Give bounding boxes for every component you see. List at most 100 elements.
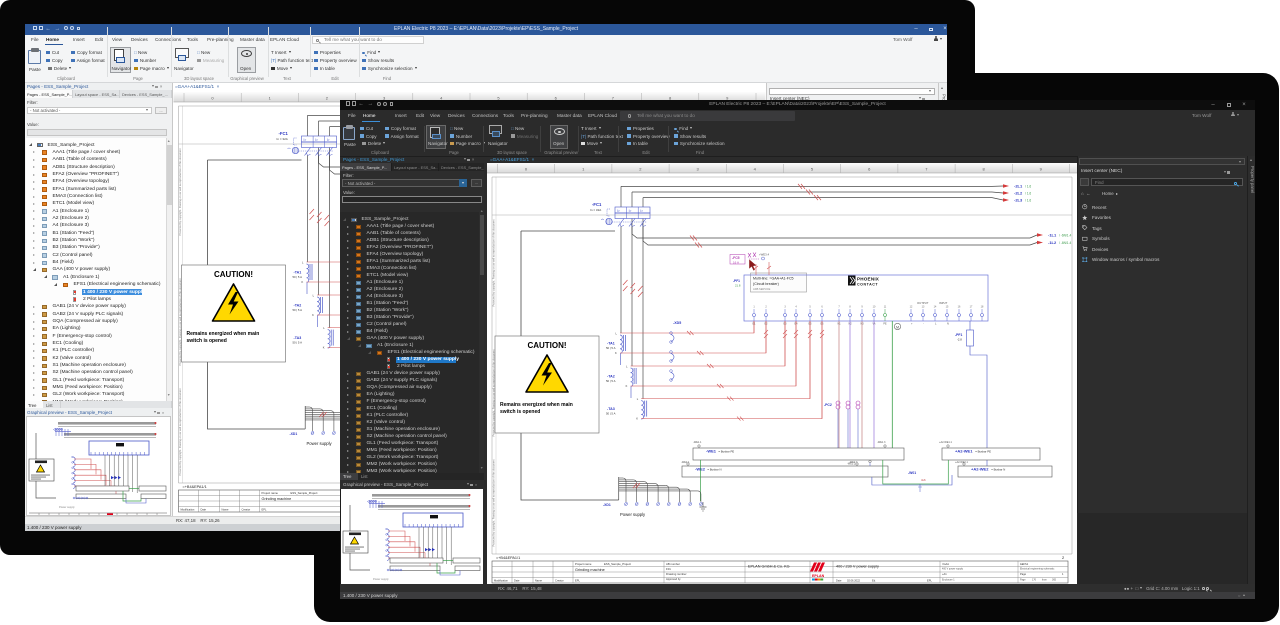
svg-text:= Busbar N: = Busbar N	[707, 468, 721, 472]
svg-text:Drawing number: Drawing number	[666, 572, 687, 576]
svg-text:L: L	[935, 322, 937, 326]
svg-text:/ 1.6: / 1.6	[1025, 199, 1031, 203]
svg-text:E1: E1	[753, 323, 757, 326]
svg-text:50 | 5 A: 50 | 5 A	[606, 346, 616, 350]
svg-text:+A2-WE2.1: +A2-WE2.1	[955, 461, 968, 464]
svg-text:Project name: Project name	[575, 562, 592, 566]
svg-text:E6: E6	[821, 323, 825, 326]
svg-text:= Busbar PE: = Busbar PE	[718, 450, 734, 454]
svg-text:= Busbar PE: = Busbar PE	[975, 450, 991, 454]
svg-text:Protected by copyright. Passin: Protected by copyright. Passing on as we…	[178, 388, 182, 475]
svg-text:EPLAN GmbH & Co. KG: EPLAN GmbH & Co. KG	[748, 565, 790, 569]
svg-text:PE: PE	[883, 323, 887, 326]
svg-text:-1L1: -1L1	[1048, 233, 1057, 238]
svg-text:-2L2: -2L2	[1014, 191, 1023, 196]
svg-text:AB number: AB number	[666, 562, 680, 566]
svg-text:Date: Date	[836, 579, 842, 583]
svg-text:6: 6	[821, 306, 823, 309]
svg-text:/ 1.6: / 1.6	[1025, 192, 1031, 196]
svg-text:+A2-WE1.1: +A2-WE1.1	[939, 441, 952, 444]
svg-text:+A2-WE2: +A2-WE2	[971, 467, 989, 472]
svg-text:Modification: Modification	[181, 508, 195, 512]
svg-text:L: L	[626, 365, 628, 369]
svg-text:12: 12	[910, 306, 913, 309]
svg-text:4x6: 4x6	[921, 478, 926, 482]
svg-text:2: 2	[1062, 555, 1065, 560]
svg-text:+WE3.4: +WE3.4	[759, 253, 769, 257]
svg-text:Protected by copyright. Passin: Protected by copyright. Passing on as we…	[492, 219, 496, 306]
svg-text:-XD1: -XD1	[290, 432, 298, 436]
svg-text:Modification: Modification	[494, 579, 508, 583]
svg-text:L: L	[616, 332, 618, 336]
svg-text:-1L2: -1L2	[1048, 240, 1057, 245]
svg-text:I>: I>	[327, 138, 330, 142]
svg-text:Electrical engineering schemat: Electrical engineering schematic	[1020, 568, 1055, 571]
svg-text:EPL: EPL	[927, 579, 932, 583]
svg-text:&EFS1: &EFS1	[1020, 562, 1029, 566]
svg-text:L: L	[302, 261, 304, 265]
svg-text:+A2-WE1: +A2-WE1	[955, 449, 973, 454]
svg-text:-W01: -W01	[908, 471, 916, 475]
svg-text:CAUTION!: CAUTION!	[214, 270, 253, 279]
svg-text:ADB SERVICE: ADB SERVICE	[753, 287, 771, 291]
svg-text:-WE3.2: -WE3.2	[847, 463, 856, 466]
svg-text:11: 11	[884, 306, 887, 309]
svg-text:Ed.: Ed.	[872, 579, 876, 583]
svg-text:-WE1.3: -WE1.3	[877, 441, 886, 444]
svg-text:Multi-line: =GAA+A1-FC5: Multi-line: =GAA+A1-FC5	[753, 277, 794, 281]
svg-text:Creator: Creator	[555, 579, 564, 583]
svg-text:/ 1.6: / 1.6	[1025, 185, 1031, 189]
svg-text:16: 16	[958, 306, 961, 309]
svg-text:+A1: +A1	[942, 572, 947, 576]
svg-text:F01: F01	[666, 567, 671, 571]
svg-text:9: 9	[861, 306, 863, 309]
svg-text:I>: I>	[629, 209, 632, 213]
svg-text:50 | 5 A: 50 | 5 A	[606, 412, 616, 416]
svg-text:Name: Name	[535, 579, 542, 583]
svg-text:-TA1: -TA1	[607, 342, 615, 346]
svg-text:Remains energized when main: Remains energized when main	[500, 402, 573, 408]
svg-text:21.8: 21.8	[735, 284, 741, 288]
svg-text:Date: Date	[514, 579, 520, 583]
svg-text:CAUTION!: CAUTION!	[527, 341, 566, 350]
svg-text:Page: Page	[1020, 579, 1026, 582]
svg-text:-: -	[923, 323, 924, 326]
svg-text:K: K	[302, 280, 304, 284]
svg-text:4: 4	[795, 306, 797, 309]
svg-text:15: 15	[946, 306, 949, 309]
svg-text:E4: E4	[795, 323, 799, 326]
svg-text:-TA3: -TA3	[607, 407, 615, 411]
svg-text:-TA2: -TA2	[294, 304, 302, 308]
svg-text:switch is opened: switch is opened	[187, 338, 227, 344]
svg-text:-TA2: -TA2	[607, 375, 615, 379]
svg-text:In = 32A: In = 32A	[590, 208, 601, 212]
svg-text:Power supply: Power supply	[620, 512, 646, 517]
svg-text:13: 13	[922, 306, 925, 309]
svg-text:-PF1: -PF1	[733, 279, 740, 283]
svg-text:E5: E5	[809, 323, 813, 326]
svg-text:Enclosure 1: Enclosure 1	[942, 579, 955, 582]
svg-text:Creator: Creator	[242, 508, 251, 512]
svg-text:-2L1: -2L1	[1014, 184, 1023, 189]
svg-text:400 V power supply: 400 V power supply	[942, 568, 964, 571]
svg-text:= Busbar N: = Busbar N	[991, 468, 1005, 472]
svg-text:Grinding machine: Grinding machine	[262, 497, 292, 501]
svg-text:+: +	[911, 323, 913, 326]
svg-text:5: 5	[809, 306, 811, 309]
svg-text:-WE1: -WE1	[706, 449, 717, 454]
svg-text:-WE1.1: -WE1.1	[693, 441, 702, 444]
svg-text:50 | 5 A: 50 | 5 A	[293, 308, 303, 312]
svg-text:365: 365	[1052, 579, 1057, 582]
svg-text:N3: N3	[860, 323, 864, 326]
svg-text:I>: I>	[640, 209, 643, 213]
svg-text:=+B4&EPA1/1: =+B4&EPA1/1	[496, 556, 520, 560]
svg-text:Power supply: Power supply	[373, 577, 389, 581]
svg-text:Project name: Project name	[262, 491, 279, 495]
svg-text:=GAA: =GAA	[942, 562, 949, 566]
svg-text:-2L3: -2L3	[1014, 198, 1023, 203]
svg-text:-XD5: -XD5	[673, 321, 681, 325]
svg-text:from: from	[1042, 579, 1047, 582]
svg-text:50 | 5 A: 50 | 5 A	[293, 341, 303, 345]
svg-text:PHOENIX: PHOENIX	[857, 277, 880, 282]
svg-text:=+B4&EPA1/1: =+B4&EPA1/1	[183, 485, 207, 489]
